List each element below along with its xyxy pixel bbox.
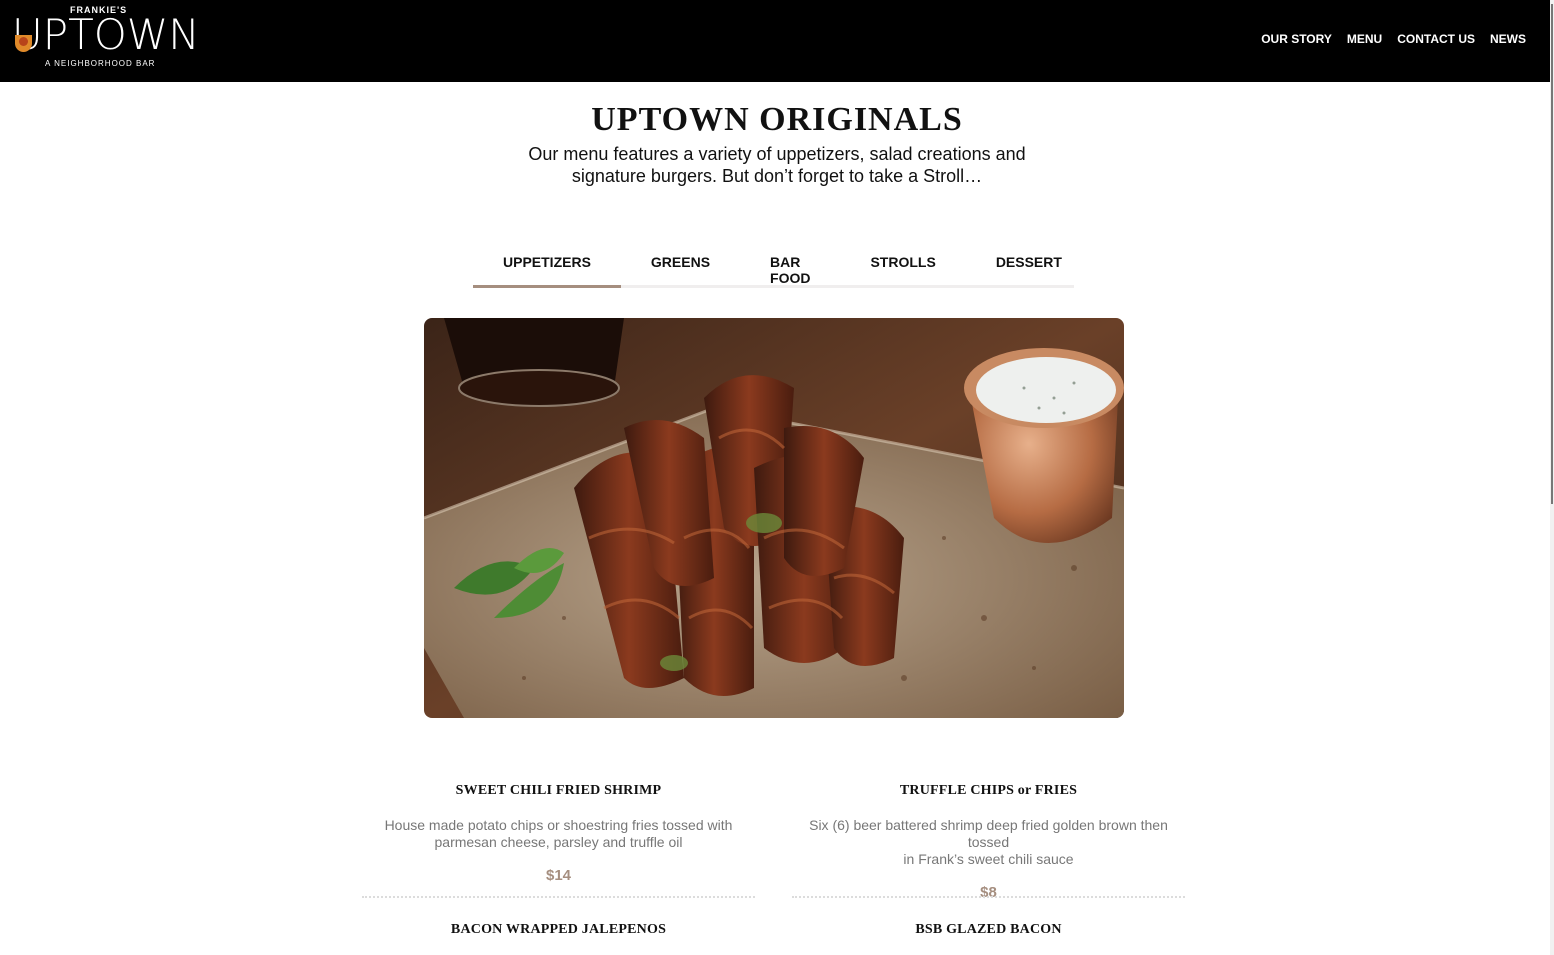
menu-item: SWEET CHILI FRIED SHRIMP House made pota…	[362, 783, 755, 884]
menu-category-tabs: UPPETIZERS GREENS BAR FOOD STROLLS DESSE…	[473, 248, 1074, 288]
page-intro: Our menu features a variety of uppetizer…	[527, 143, 1027, 187]
menu-item-description-line-1: House made potato chips or shoestring fr…	[384, 817, 733, 833]
menu-item-description-line-2: in Frank’s sweet chili sauce	[903, 851, 1074, 867]
tab-uppetizers[interactable]: UPPETIZERS	[473, 248, 621, 288]
nav-news[interactable]: NEWS	[1490, 32, 1526, 46]
menu-item-name: BACON WRAPPED JALEPENOS	[450, 922, 667, 937]
site-header: FRANKIE'S UPTOWN A NEIGHBORHOOD BAR OUR …	[0, 0, 1554, 82]
nav-our-story[interactable]: OUR STORY	[1261, 32, 1332, 46]
menu-item-name: TRUFFLE CHIPS or FRIES	[899, 783, 1078, 798]
menu-item-divider	[792, 896, 1185, 898]
intro-line-2: signature burgers. But don’t forget to t…	[571, 166, 983, 186]
menu-item-price: $14	[545, 867, 572, 884]
menu-item-description: House made potato chips or shoestring fr…	[362, 817, 755, 851]
nav-menu[interactable]: MENU	[1347, 32, 1382, 46]
bacon-jalapeno-photo	[424, 318, 1124, 718]
menu-item-description: Six (6) beer battered shrimp deep fried …	[792, 817, 1185, 868]
menu-item-divider	[362, 896, 755, 898]
menu-photo	[424, 318, 1124, 718]
cocktail-glass-icon	[15, 35, 32, 52]
page-scrollbar[interactable]	[1550, 0, 1554, 955]
site-logo[interactable]: FRANKIE'S UPTOWN A NEIGHBORHOOD BAR	[12, 4, 200, 70]
menu-item: TRUFFLE CHIPS or FRIES Six (6) beer batt…	[792, 783, 1185, 901]
tab-greens[interactable]: GREENS	[621, 248, 740, 288]
tab-dessert[interactable]: DESSERT	[966, 248, 1092, 288]
menu-item-name: SWEET CHILI FRIED SHRIMP	[455, 783, 662, 798]
menu-item: BACON WRAPPED JALEPENOS	[362, 922, 755, 938]
menu-item-price: $8	[980, 884, 997, 901]
tab-bar-food[interactable]: BAR FOOD	[740, 248, 840, 288]
menu-item-description-line-2: parmesan cheese, parsley and truffle oil	[434, 834, 683, 850]
menu-item: BSB GLAZED BACON	[792, 922, 1185, 938]
menu-item-name: BSB GLAZED BACON	[915, 922, 1062, 937]
nav-contact-us[interactable]: CONTACT US	[1397, 32, 1475, 46]
logo-tagline: A NEIGHBORHOOD BAR	[45, 59, 156, 68]
intro-line-1: Our menu features a variety of uppetizer…	[528, 144, 1026, 164]
tab-strolls[interactable]: STROLLS	[840, 248, 965, 288]
scrollbar-thumb[interactable]	[1551, 4, 1553, 504]
main-nav: OUR STORY MENU CONTACT US NEWS	[1261, 32, 1526, 46]
menu-item-description-line-1: Six (6) beer battered shrimp deep fried …	[809, 817, 1168, 850]
logo-wordmark: UPTOWN	[12, 10, 200, 59]
page-title: UPTOWN ORIGINALS	[591, 101, 963, 138]
